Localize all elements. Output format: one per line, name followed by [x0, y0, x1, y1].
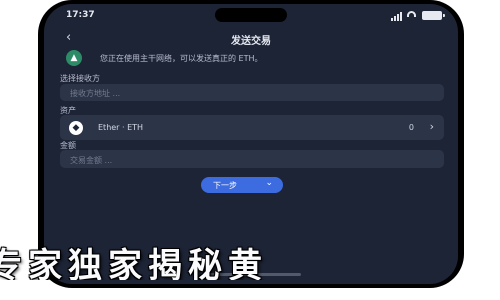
next-button[interactable]: 下一步 ⌄: [201, 177, 283, 193]
notice-text: 您正在使用主干网络，可以发送真正的 ETH。: [100, 54, 263, 63]
amount-placeholder: 交易金额 ...: [70, 156, 113, 165]
recipient-address-input[interactable]: 接收方地址 ...: [60, 84, 444, 101]
amount-input[interactable]: 交易金额 ...: [60, 150, 444, 168]
recipient-placeholder: 接收方地址 ...: [70, 89, 121, 98]
network-notice: ▲ 您正在使用主干网络，可以发送真正的 ETH。: [60, 50, 444, 68]
overlay-banner-text: 专家独家揭秘黄: [0, 246, 268, 280]
asset-selector[interactable]: ◆ Ether · ETH 0 ›: [60, 115, 444, 140]
asset-balance: 0: [408, 123, 414, 132]
wifi-icon: [407, 11, 416, 17]
battery-icon: [422, 11, 445, 20]
overlay-banner: 专家独家揭秘黄: [0, 236, 500, 280]
status-time: 17:37: [66, 10, 95, 20]
page-title: 发送交易: [231, 36, 271, 47]
dynamic-island: [215, 8, 287, 22]
chevron-down-icon: ⌄: [265, 178, 273, 188]
next-button-label: 下一步: [213, 181, 237, 190]
ether-logo-icon: ◆: [69, 121, 83, 135]
signal-icon: [391, 12, 402, 21]
chevron-right-icon: ›: [429, 120, 434, 133]
recipient-label: 选择接收方: [60, 74, 100, 83]
nav-header: ‹ 发送交易: [44, 28, 458, 50]
asset-name: Ether · ETH: [98, 123, 144, 132]
status-bar: 17:37: [44, 4, 458, 28]
ethereum-icon: ▲: [66, 50, 82, 66]
